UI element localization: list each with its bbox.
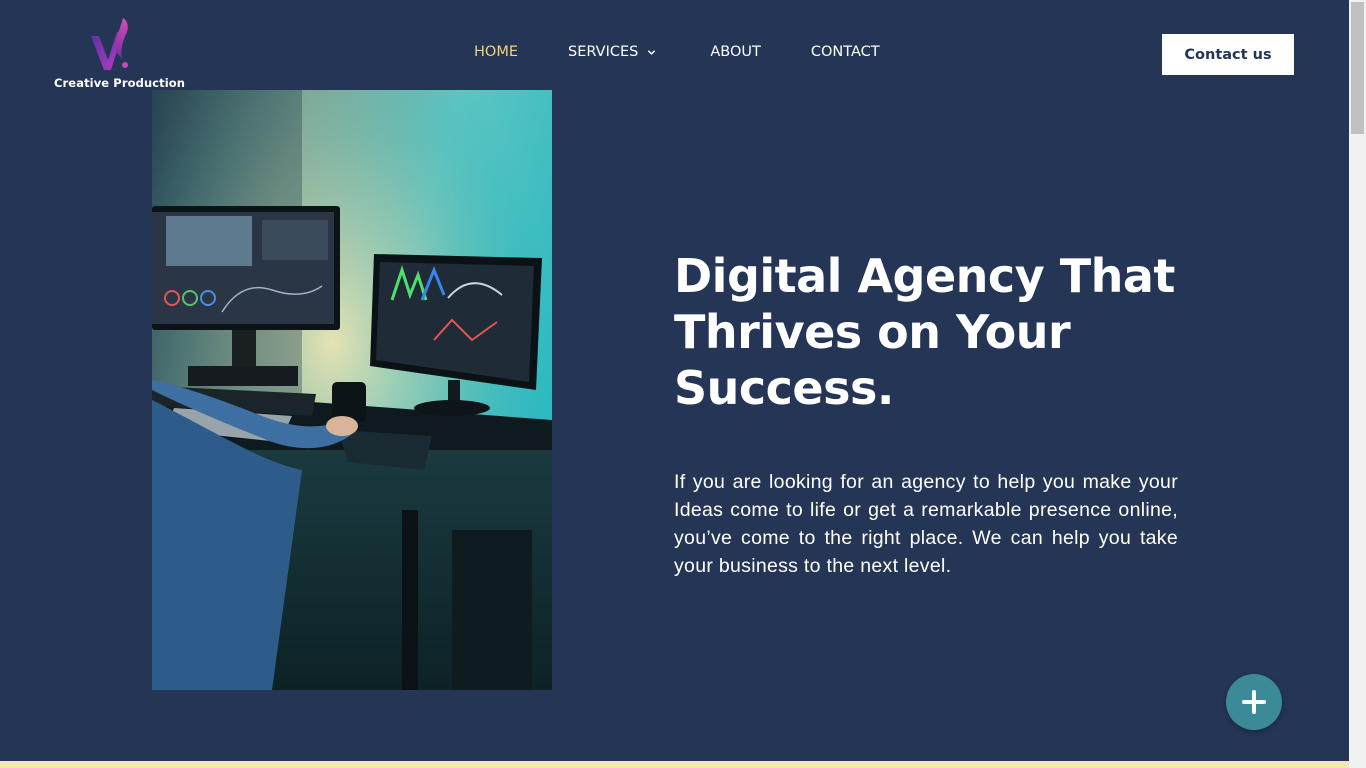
floating-add-button[interactable]	[1226, 674, 1282, 730]
nav-item-label: ABOUT	[710, 44, 761, 60]
nav-item-home[interactable]: HOME	[474, 44, 518, 60]
section-divider	[0, 761, 1349, 768]
hero-image	[152, 90, 552, 690]
hero-description: If you are looking for an agency to help…	[674, 471, 1178, 577]
main-nav: HOME SERVICES ABOUT CONTACT	[474, 44, 880, 60]
nav-item-label: SERVICES	[568, 44, 639, 60]
workstation-illustration	[152, 90, 552, 690]
nav-item-label: HOME	[474, 44, 518, 60]
nav-item-about[interactable]: ABOUT	[710, 44, 761, 60]
plus-icon	[1242, 690, 1266, 714]
brand-logo[interactable]: Creative Production	[54, 14, 186, 92]
logo-mark-icon	[91, 18, 128, 70]
page: Creative Production HOME SERVICES ABOUT …	[0, 0, 1349, 768]
chevron-down-icon	[648, 49, 656, 55]
contact-us-button[interactable]: Contact us	[1162, 34, 1294, 75]
nav-item-services[interactable]: SERVICES	[568, 44, 656, 60]
nav-item-contact[interactable]: CONTACT	[811, 44, 880, 60]
nav-item-label: CONTACT	[810, 44, 880, 60]
page-scrollbar[interactable]	[1349, 0, 1366, 768]
brand-name: Creative Production	[54, 76, 186, 90]
hero-title: Digital Agency That Thrives on Your Succ…	[674, 249, 1175, 415]
scrollbar-thumb[interactable]	[1351, 2, 1364, 134]
